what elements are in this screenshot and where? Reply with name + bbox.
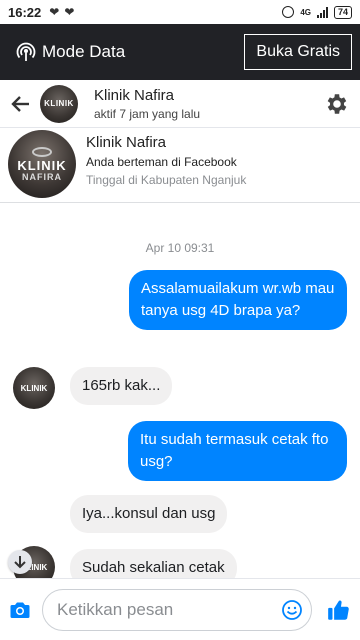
- message-input-wrapper[interactable]: [42, 588, 312, 631]
- profile-friend-info: Anda berteman di Facebook: [86, 155, 237, 169]
- sender-avatar[interactable]: KLINIK: [13, 367, 55, 409]
- data-mode-bar: Mode Data Buka Gratis: [0, 24, 360, 80]
- status-time: 16:22: [8, 4, 42, 20]
- incoming-message[interactable]: Sudah sekalian cetak: [70, 549, 237, 578]
- status-bar: 16:22 ❤ ❤ 4G 74: [0, 0, 360, 24]
- profile-location: Tinggal di Kabupaten Nganjuk: [86, 173, 247, 187]
- message-input[interactable]: [57, 599, 281, 620]
- data-mode-label: Mode Data: [42, 42, 126, 61]
- emoji-icon[interactable]: [281, 599, 303, 621]
- message-composer: [0, 578, 360, 640]
- battery-icon: 74: [333, 5, 352, 19]
- incoming-message[interactable]: Iya...konsul dan usg: [70, 495, 228, 533]
- outgoing-message[interactable]: Itu sudah termasuk cetak fto usg?: [128, 421, 347, 481]
- network-type: 4G: [300, 7, 311, 17]
- avatar-logo-text: KLINIK: [17, 157, 67, 173]
- profile-card: KLINIK NAFIRA Klinik Nafira Anda bertema…: [0, 128, 360, 203]
- gear-icon[interactable]: [324, 91, 350, 117]
- profile-avatar[interactable]: KLINIK NAFIRA: [8, 130, 76, 198]
- message-list[interactable]: Apr 10 09:31 Assalamuailakum wr.wb mau t…: [0, 203, 360, 578]
- scroll-down-button[interactable]: [8, 550, 32, 574]
- avatar-logo-text: KLINIK: [20, 383, 48, 393]
- incoming-message[interactable]: 165rb kak...: [70, 367, 173, 405]
- message-timestamp: Apr 10 09:31: [145, 241, 215, 255]
- contact-avatar[interactable]: KLINIK: [40, 84, 78, 123]
- header-info[interactable]: Klinik Nafira aktif 7 jam yang lalu: [94, 87, 200, 121]
- arrow-down-icon: [14, 556, 26, 569]
- heart-icon: ❤: [49, 5, 60, 19]
- heart-icon: ❤: [64, 5, 75, 19]
- broadcast-icon: [16, 42, 36, 62]
- contact-name: Klinik Nafira: [94, 86, 175, 104]
- profile-name: Klinik Nafira: [86, 134, 167, 151]
- alarm-icon: [282, 6, 295, 18]
- avatar-logo-subtext: NAFIRA: [22, 171, 62, 182]
- logo-ring-icon: [32, 146, 52, 157]
- back-arrow-icon[interactable]: [10, 93, 32, 115]
- signal-icon: [316, 6, 328, 18]
- chat-header: KLINIK Klinik Nafira aktif 7 jam yang la…: [0, 80, 360, 128]
- contact-status: aktif 7 jam yang lalu: [94, 106, 201, 121]
- avatar-logo-text: KLINIK: [44, 99, 74, 108]
- camera-icon[interactable]: [8, 598, 32, 622]
- like-icon[interactable]: [326, 597, 352, 623]
- open-free-button[interactable]: Buka Gratis: [244, 34, 352, 70]
- outgoing-message[interactable]: Assalamuailakum wr.wb mau tanya usg 4D b…: [129, 270, 347, 330]
